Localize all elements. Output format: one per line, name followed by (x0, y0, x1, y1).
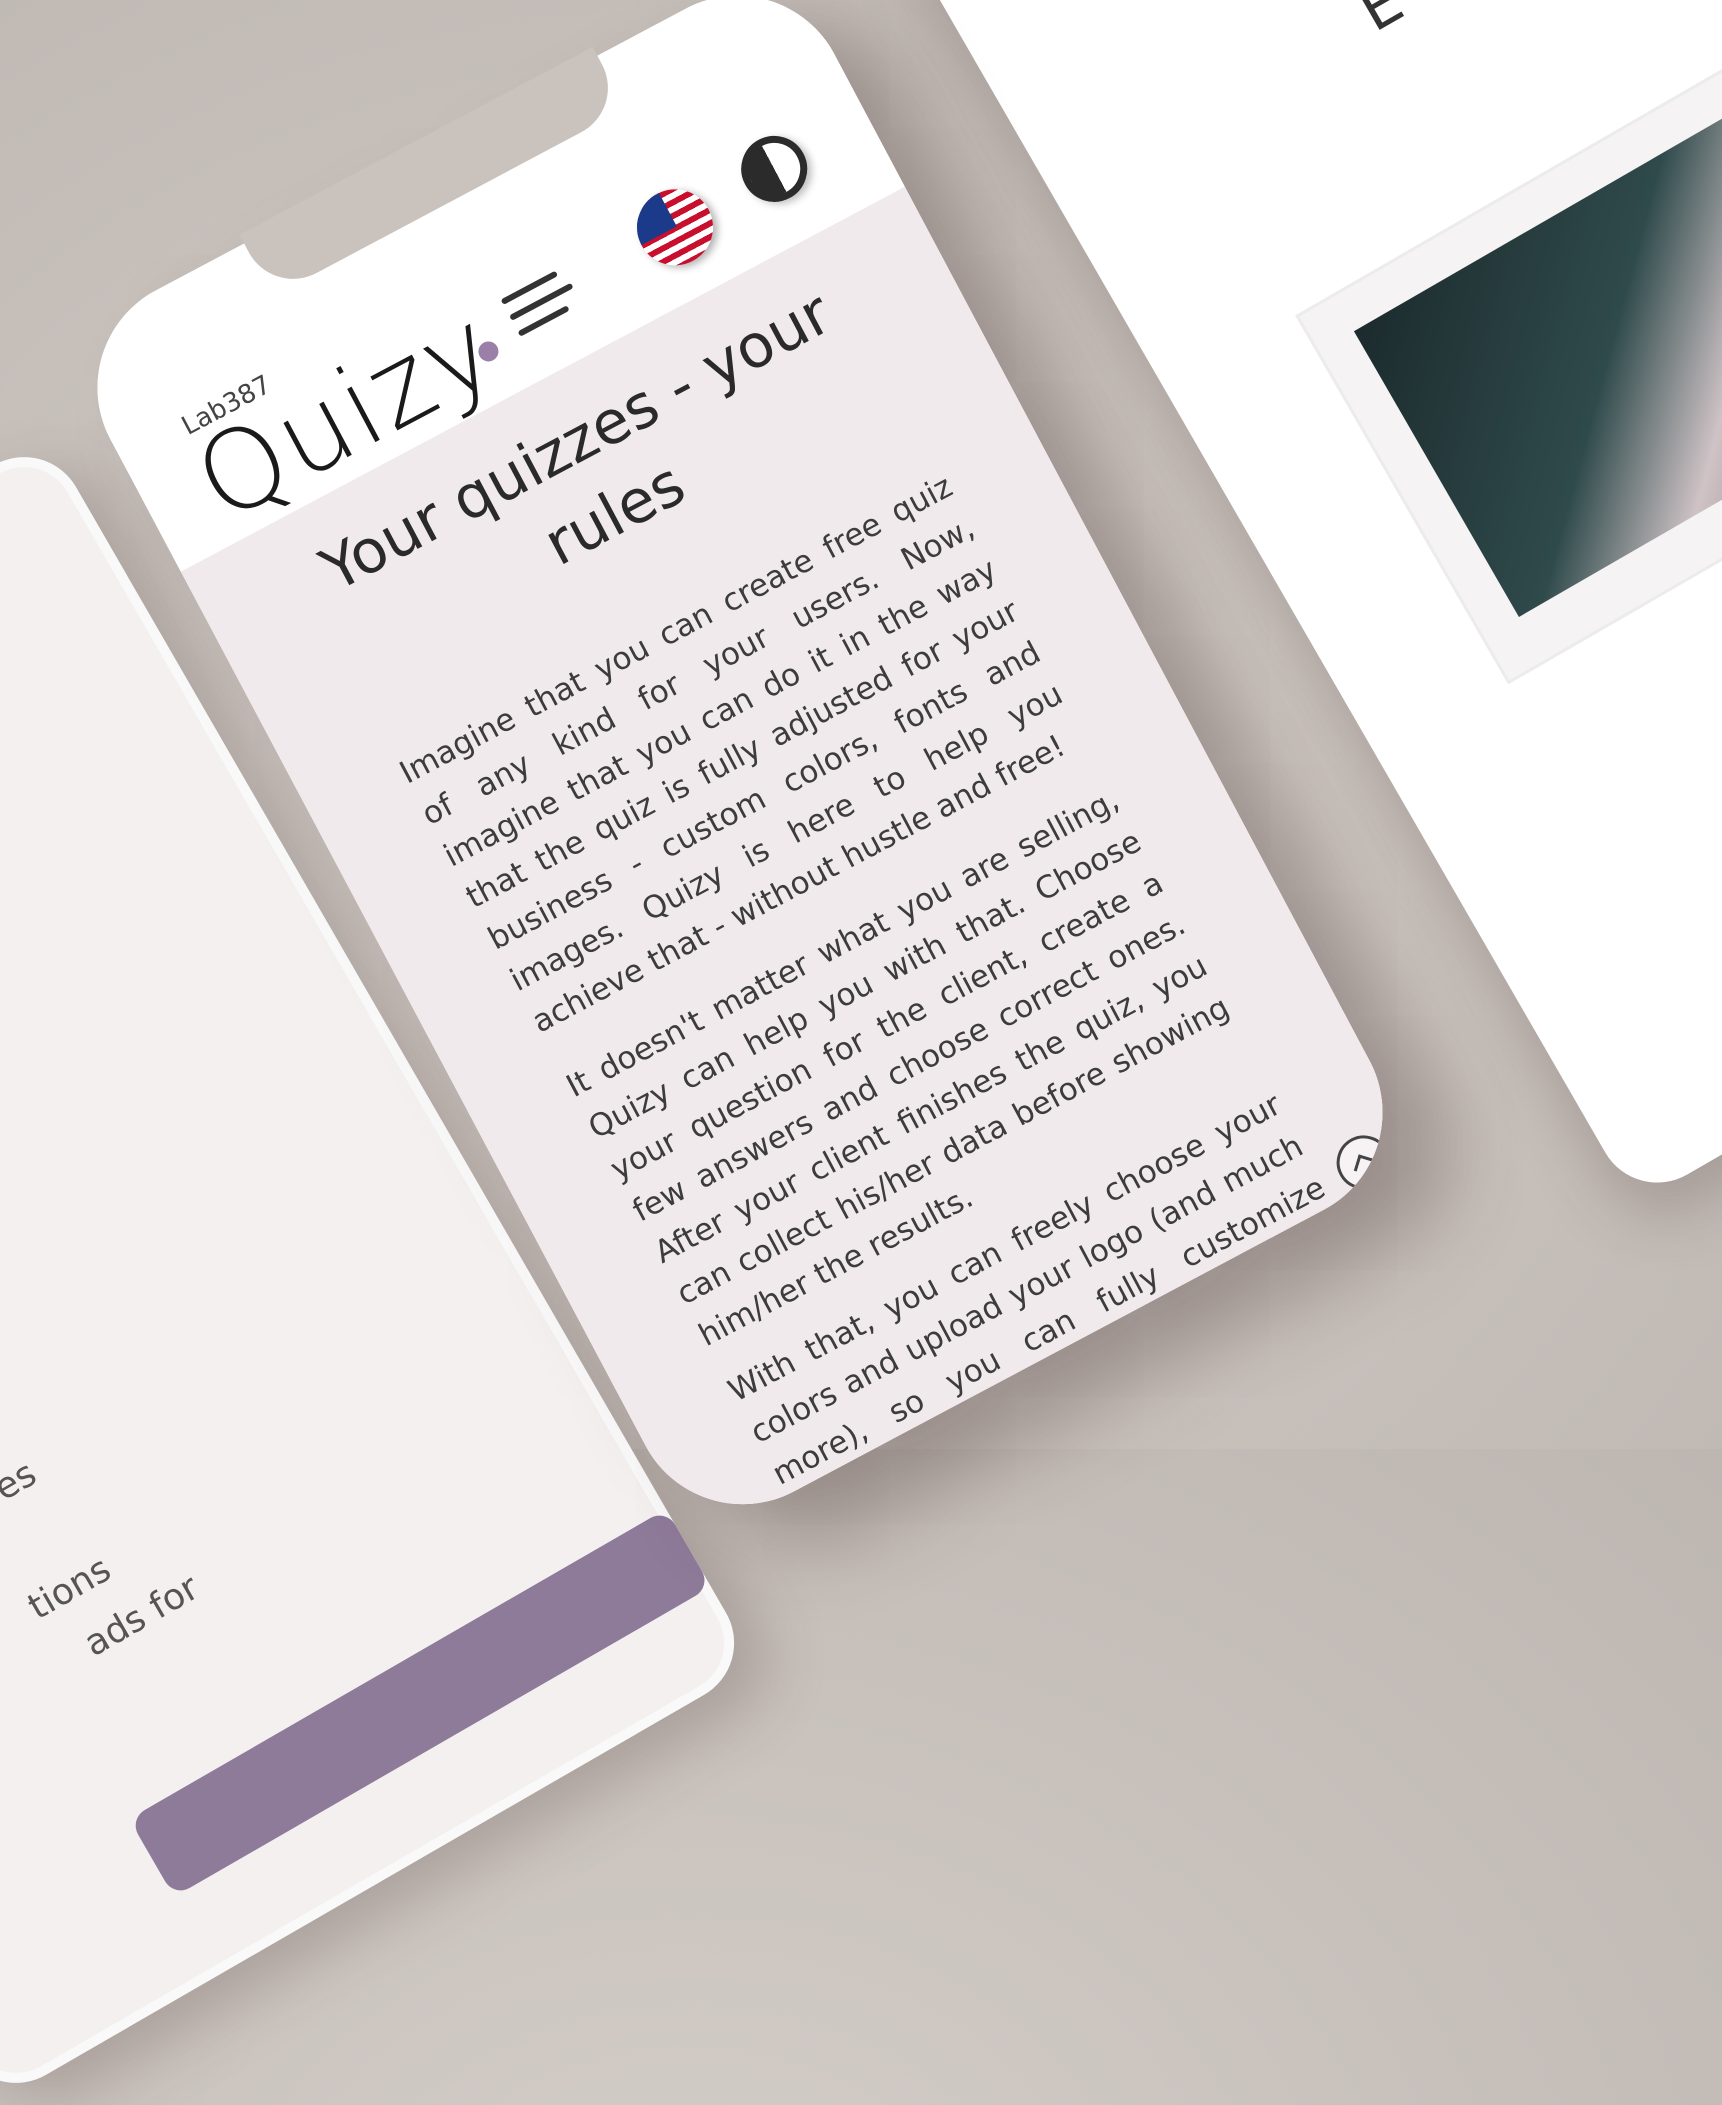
image-frame (1295, 0, 1722, 685)
us-flag-language-icon[interactable] (623, 175, 727, 279)
photo-image (1353, 51, 1722, 617)
heading-fragment: E (1347, 0, 1415, 46)
scroll-to-top-icon[interactable] (1327, 1125, 1401, 1200)
primary-button[interactable] (129, 1508, 712, 1897)
text-fragment: es (0, 1453, 44, 1510)
theme-toggle-icon[interactable] (729, 124, 819, 214)
hamburger-menu-icon[interactable] (500, 267, 584, 340)
